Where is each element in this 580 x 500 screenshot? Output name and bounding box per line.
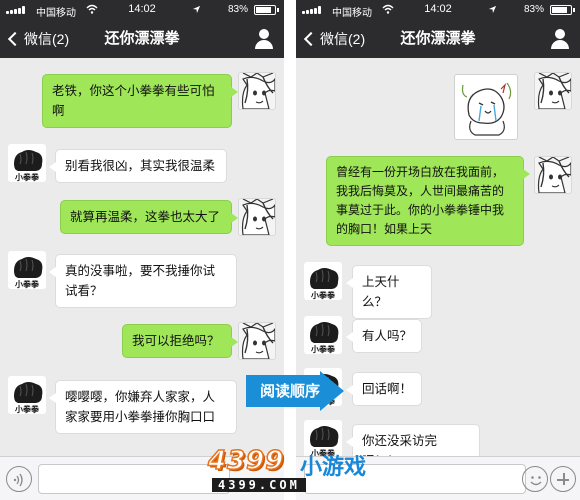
message-bubble-sent[interactable]: 就算再温柔，这拳也太大了 [60,200,238,234]
nav-bar: 微信(2) 还你漂漂拳 [0,20,284,58]
battery-icon [254,5,279,15]
black-fist-avatar[interactable]: 小拳拳 [304,316,342,354]
voice-icon[interactable] [6,466,32,492]
person-icon[interactable] [550,29,570,49]
battery-percent: 83% [524,4,545,15]
screenshot-stage: 中国移动 14:02 83% 微信(2) 还你漂漂拳 老铁，你这个小拳拳有些可怕… [0,0,580,500]
brand-watermark: 4399 小游戏 4399.COM [207,445,378,498]
message-bubble-sent[interactable]: 老铁，你这个小拳拳有些可怕啊 [42,74,238,128]
phone-screen-right: 中国移动 14:02 83% 微信(2) 还你漂漂拳 曾经有一份开场白放在我面前… [296,0,580,500]
brand-number: 4399 [207,445,285,477]
avatar-caption: 小拳拳 [310,290,336,300]
message-bubble-received[interactable]: 回话啊！ [346,372,422,406]
status-bar: 中国移动 14:02 83% [0,0,284,20]
brand-text: 小游戏 [300,455,367,480]
black-fist-avatar[interactable]: 小拳拳 [8,251,46,289]
crying-doodle-sticker[interactable] [454,74,518,140]
location-arrow-icon [192,5,201,14]
girl-sketch-avatar[interactable] [238,322,276,360]
back-label: 微信(2) [320,31,366,47]
reading-order-label: 阅读顺序 [259,382,320,400]
status-bar: 中国移动 14:02 83% [296,0,580,20]
girl-sketch-avatar[interactable] [534,156,572,194]
back-label: 微信(2) [24,31,70,47]
nav-bar: 微信(2) 还你漂漂拳 [296,20,580,58]
chevron-left-icon [303,31,319,47]
black-fist-avatar[interactable]: 小拳拳 [304,262,342,300]
black-fist-avatar[interactable]: 小拳拳 [8,376,46,414]
location-arrow-icon [488,5,497,14]
message-bubble-received[interactable]: 真的没事啦，要不我捶你试试看？ [49,254,237,308]
girl-sketch-avatar[interactable] [534,72,572,110]
battery-percent: 83% [228,4,249,15]
message-bubble-received[interactable]: 有人吗？ [346,319,422,353]
girl-sketch-avatar[interactable] [238,198,276,236]
avatar-caption: 小拳拳 [14,279,40,289]
message-input[interactable] [38,464,230,494]
black-fist-avatar[interactable]: 小拳拳 [8,144,46,182]
message-list[interactable]: 老铁，你这个小拳拳有些可怕啊 小拳拳 别看我很凶，其实我很温柔 就算再温柔，这拳… [0,58,284,456]
person-icon[interactable] [254,29,274,49]
message-bubble-received[interactable]: 嘤嘤嘤，你嫌弃人家家，人家家要用小拳拳捶你胸口口 [49,380,237,434]
plus-icon[interactable] [550,466,576,492]
brand-url: 4399.COM [212,478,306,492]
message-bubble-received[interactable]: 上天什么？ [346,265,432,319]
avatar-caption: 小拳拳 [14,404,40,414]
chevron-left-icon [7,31,23,47]
girl-sketch-avatar[interactable] [238,72,276,110]
message-bubble-sent[interactable]: 曾经有一份开场白放在我面前，我我后悔莫及，人世间最痛苦的事莫过于此。你的小拳拳锤… [326,156,530,246]
avatar-caption: 小拳拳 [310,344,336,354]
battery-icon [550,5,575,15]
message-bubble-received[interactable]: 别看我很凶，其实我很温柔 [49,149,227,183]
back-button[interactable]: 微信(2) [302,20,365,58]
back-button[interactable]: 微信(2) [6,20,69,58]
phone-screen-left: 中国移动 14:02 83% 微信(2) 还你漂漂拳 老铁，你这个小拳拳有些可怕… [0,0,284,500]
message-bubble-sent[interactable]: 我可以拒绝吗？ [122,324,238,358]
emoji-icon[interactable] [522,466,548,492]
avatar-caption: 小拳拳 [14,172,40,182]
